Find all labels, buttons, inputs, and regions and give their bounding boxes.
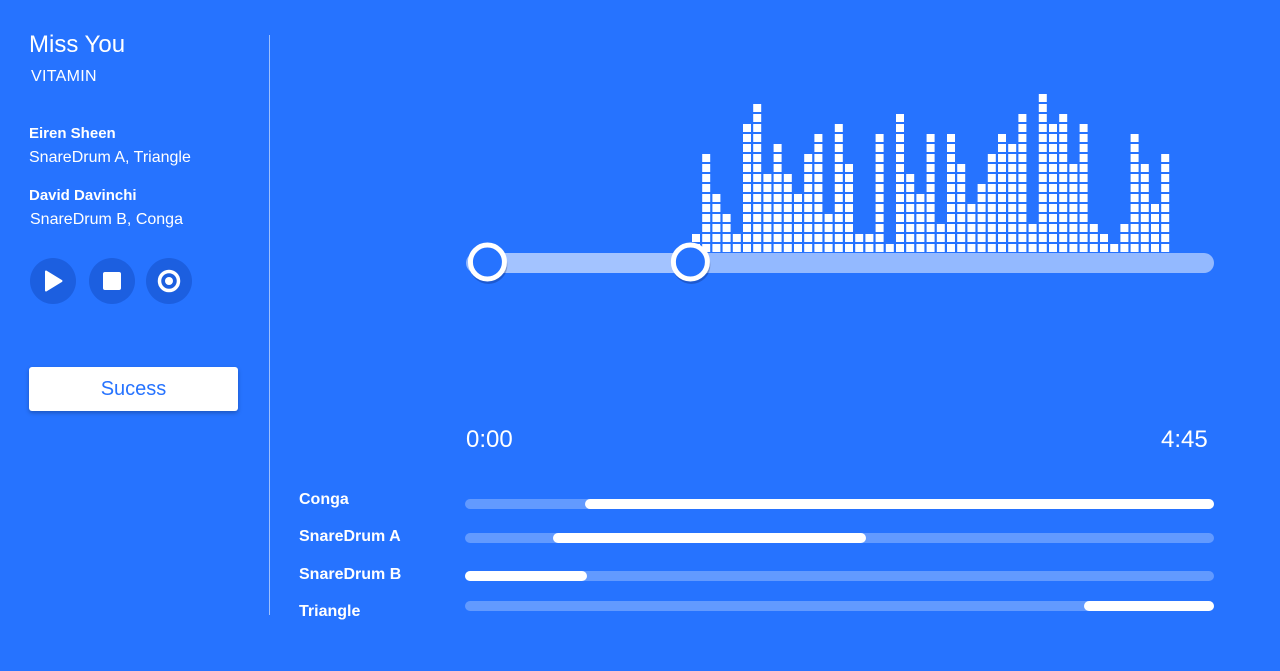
equalizer-column	[753, 104, 762, 252]
equalizer-column	[896, 114, 904, 252]
timeline-start-handle[interactable]	[467, 242, 508, 284]
equalizer-column	[865, 234, 874, 252]
equalizer-column	[1008, 144, 1017, 252]
equalizer-column	[977, 184, 986, 252]
equalizer-column	[1049, 124, 1057, 252]
equalizer-column	[1089, 224, 1098, 252]
equalizer-column	[763, 174, 772, 252]
equalizer-column	[1120, 224, 1129, 252]
equalizer-column	[712, 194, 721, 252]
equalizer-column	[936, 224, 945, 252]
track-label-snaredrum-a: SnareDrum A	[299, 528, 401, 545]
equalizer-column	[732, 234, 741, 252]
equalizer-column	[783, 174, 792, 252]
equalizer-column	[1059, 114, 1068, 252]
equalizer-column	[957, 164, 966, 252]
equalizer-column	[1100, 234, 1108, 252]
equalizer-column	[1018, 114, 1027, 252]
equalizer-column	[885, 244, 894, 252]
equalizer-column	[1038, 94, 1047, 252]
equalizer-column	[1130, 134, 1139, 252]
track-bar-snaredrum-a[interactable]	[465, 533, 1214, 543]
equalizer-column	[916, 194, 925, 252]
equalizer-visualizer	[466, 94, 1214, 284]
track-bar-snaredrum-b[interactable]	[465, 571, 1214, 581]
equalizer-column	[1151, 204, 1159, 252]
equalizer-column	[967, 204, 976, 252]
timeline-end-handle[interactable]	[670, 242, 711, 284]
equalizer-column	[722, 214, 731, 252]
equalizer-column	[855, 234, 864, 252]
success-button[interactable]: Sucess	[29, 367, 238, 411]
time-end: 4:45	[1161, 426, 1208, 453]
equalizer-column	[875, 134, 884, 252]
equalizer-column	[906, 174, 915, 252]
track-bar-conga[interactable]	[465, 499, 1214, 509]
equalizer-column	[987, 154, 996, 252]
equalizer-column	[1140, 164, 1149, 252]
track-label-conga: Conga	[299, 491, 349, 508]
equalizer-column	[947, 134, 955, 252]
track-range-snaredrum-b[interactable]	[465, 571, 588, 581]
equalizer-column	[998, 134, 1006, 252]
equalizer-column	[794, 194, 802, 252]
time-start: 0:00	[466, 426, 513, 453]
track-range-snaredrum-a[interactable]	[552, 533, 866, 543]
equalizer-column	[1028, 224, 1037, 252]
equalizer-column	[824, 214, 833, 252]
equalizer-column	[1069, 164, 1078, 252]
equalizer-column	[814, 134, 823, 252]
equalizer-column	[926, 134, 935, 252]
timeline-selection	[488, 253, 691, 273]
track-range-conga[interactable]	[584, 499, 1214, 509]
equalizer-column	[1079, 124, 1088, 252]
equalizer-column	[1161, 154, 1170, 252]
equalizer-column	[804, 154, 813, 252]
track-label-snaredrum-b: SnareDrum B	[299, 566, 402, 583]
equalizer-column	[845, 164, 853, 252]
equalizer-column	[1110, 244, 1119, 252]
equalizer-column	[702, 154, 711, 252]
track-label-triangle: Triangle	[299, 603, 361, 620]
track-range-triangle[interactable]	[1083, 601, 1214, 611]
equalizer-column	[834, 124, 843, 252]
track-bar-triangle[interactable]	[465, 601, 1214, 611]
equalizer-column	[773, 144, 782, 252]
equalizer-column	[743, 124, 751, 252]
